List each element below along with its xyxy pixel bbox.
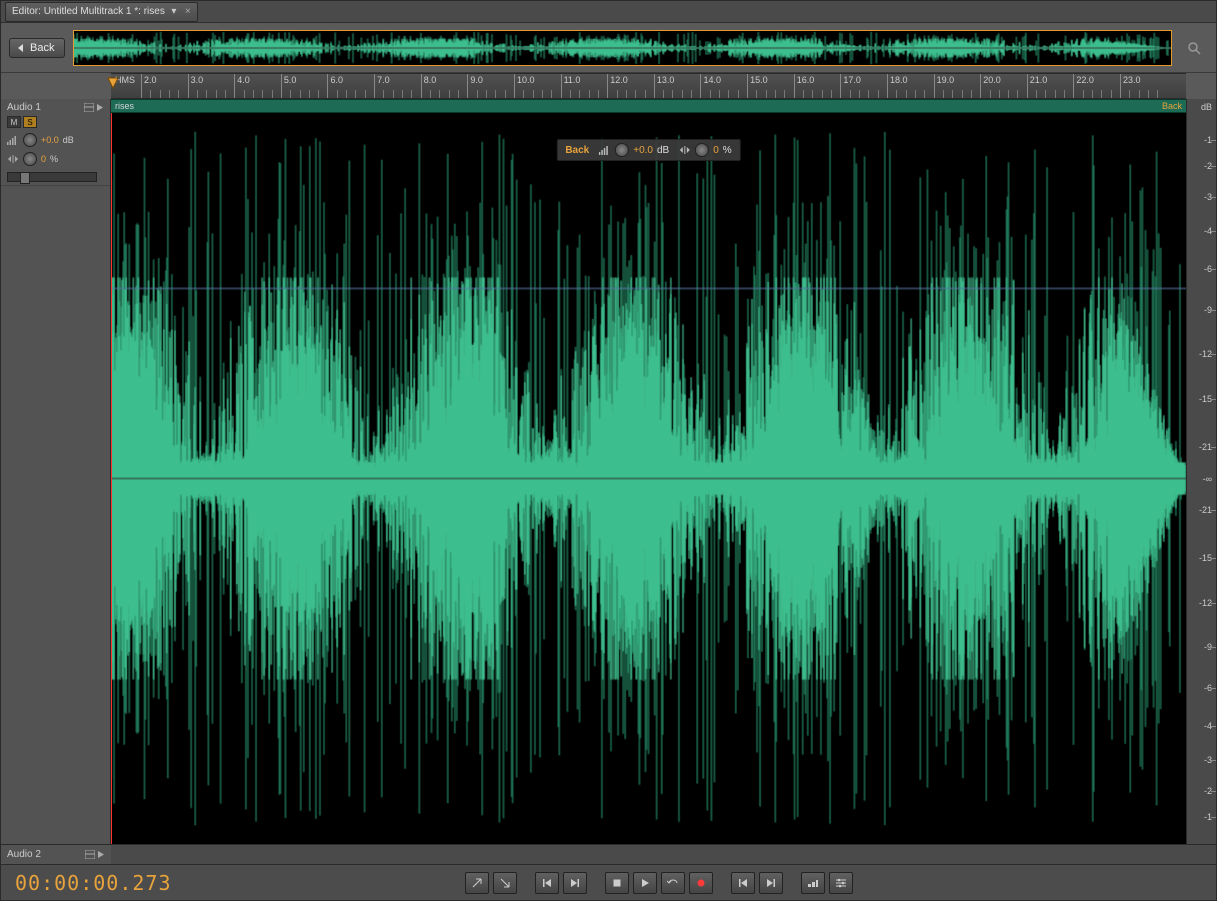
volume-bars-icon (599, 145, 611, 155)
track-pan-control[interactable]: 0 % (7, 152, 104, 166)
stop-button[interactable] (605, 872, 629, 894)
clip-name: rises (115, 101, 134, 111)
track-name: Audio 1 (7, 102, 41, 113)
playhead-marker-icon[interactable] (106, 76, 120, 90)
timeline-ruler[interactable]: HMS 2.03.04.05.06.07.08.09.010.011.012.0… (111, 73, 1186, 99)
ruler-tick: 23.0 (1120, 74, 1121, 98)
settings-button[interactable] (829, 872, 853, 894)
hud-pan-value[interactable]: 0 (713, 145, 719, 156)
ruler-tick: 2.0 (141, 74, 142, 98)
panel-tab-bar: Editor: Untitled Multitrack 1 *: rises ▾… (1, 1, 1216, 23)
pan-value[interactable]: 0 (41, 154, 46, 164)
tab-dropdown-icon[interactable]: ▾ (169, 6, 179, 17)
pan-icon (679, 145, 691, 155)
transport-bar: 00:00:00.273 (1, 864, 1216, 900)
pan-knob[interactable] (23, 152, 37, 166)
back-label: Back (30, 42, 54, 54)
ruler-tick: 18.0 (887, 74, 888, 98)
pan-icon (7, 154, 19, 164)
skip-selection-button[interactable] (801, 872, 825, 894)
zoom-out-vertical-button[interactable] (493, 872, 517, 894)
volume-unit: dB (63, 135, 74, 145)
ruler-tick: 9.0 (467, 74, 468, 98)
track-options-icon[interactable] (85, 850, 105, 859)
solo-button[interactable]: S (23, 116, 37, 128)
db-label: -∞ (1203, 474, 1212, 484)
back-button[interactable]: Back (9, 38, 65, 58)
ruler-tick: 19.0 (934, 74, 935, 98)
ruler-tick: 7.0 (374, 74, 375, 98)
hud-volume-unit: dB (657, 145, 669, 156)
track-header-1[interactable]: Audio 1 M S +0.0 dB (1, 99, 110, 186)
overview-toolbar: Back (1, 23, 1216, 73)
ruler-tick: 4.0 (234, 74, 235, 98)
hud-name: Back (565, 145, 589, 156)
hud-volume-knob[interactable] (615, 143, 629, 157)
ruler-tick: 20.0 (980, 74, 981, 98)
tab-prefix: Editor: (12, 6, 41, 17)
record-button[interactable] (689, 872, 713, 894)
track-volume-control[interactable]: +0.0 dB (7, 133, 104, 147)
tab-close-icon[interactable]: × (185, 6, 191, 17)
track-name: Audio 2 (7, 849, 41, 860)
ruler-tick: 21.0 (1027, 74, 1028, 98)
ruler-tick: 11.0 (561, 74, 562, 98)
ruler-tick: 3.0 (188, 74, 189, 98)
ruler-tick: 13.0 (654, 74, 655, 98)
ruler-tick: 15.0 (747, 74, 748, 98)
skip-previous-button[interactable] (731, 872, 755, 894)
ruler-tick: 8.0 (421, 74, 422, 98)
clip-right-label: Back (1162, 101, 1182, 111)
pan-unit: % (50, 154, 58, 164)
playhead-line[interactable] (111, 113, 112, 844)
timeline-ruler-row: HMS 2.03.04.05.06.07.08.09.010.011.012.0… (1, 73, 1216, 99)
go-start-button[interactable] (535, 872, 559, 894)
amplitude-scale: dB -1-2-3-4-6-9-12-15-21-∞-1-2-3-4-6-9-1… (1186, 99, 1216, 844)
skip-next-button[interactable] (759, 872, 783, 894)
waveform-display[interactable]: Back +0.0 dB 0 % (111, 113, 1186, 844)
zoom-in-vertical-button[interactable] (465, 872, 489, 894)
play-button[interactable] (633, 872, 657, 894)
overview-waveform[interactable] (73, 30, 1172, 66)
clip-header[interactable]: rises Back (111, 99, 1186, 113)
hud-pan-unit: % (723, 145, 732, 156)
ruler-tick: 12.0 (607, 74, 608, 98)
hud-volume-value[interactable]: +0.0 (633, 145, 653, 156)
volume-bars-icon (7, 135, 19, 145)
ruler-tick: 17.0 (840, 74, 841, 98)
ruler-tick: 16.0 (794, 74, 795, 98)
track-options-icon[interactable] (84, 103, 104, 112)
track-header-2[interactable]: Audio 2 (1, 845, 111, 864)
ruler-tick: 14.0 (700, 74, 701, 98)
ruler-tick: 22.0 (1073, 74, 1074, 98)
track-sidebar: Audio 1 M S +0.0 dB (1, 99, 111, 844)
tab-title: Untitled Multitrack 1 *: rises (44, 6, 165, 17)
search-icon[interactable] (1180, 34, 1208, 62)
track-row-2: Audio 2 (1, 844, 1216, 864)
timecode-display[interactable]: 00:00:00.273 (1, 871, 321, 895)
track-fader[interactable] (7, 172, 97, 182)
back-arrow-icon (16, 43, 26, 53)
track-body-2[interactable] (111, 845, 1186, 864)
go-end-button[interactable] (563, 872, 587, 894)
editor-tab[interactable]: Editor: Untitled Multitrack 1 *: rises ▾… (5, 2, 198, 22)
mute-button[interactable]: M (7, 116, 21, 128)
ruler-tick: 6.0 (327, 74, 328, 98)
ruler-tick: 10.0 (514, 74, 515, 98)
ruler-tick: 5.0 (281, 74, 282, 98)
volume-value[interactable]: +0.0 (41, 135, 59, 145)
db-unit: dB (1201, 102, 1212, 112)
loop-button[interactable] (661, 872, 685, 894)
hud-pan-knob[interactable] (695, 143, 709, 157)
clip-hud[interactable]: Back +0.0 dB 0 % (556, 139, 740, 161)
volume-knob[interactable] (23, 133, 37, 147)
